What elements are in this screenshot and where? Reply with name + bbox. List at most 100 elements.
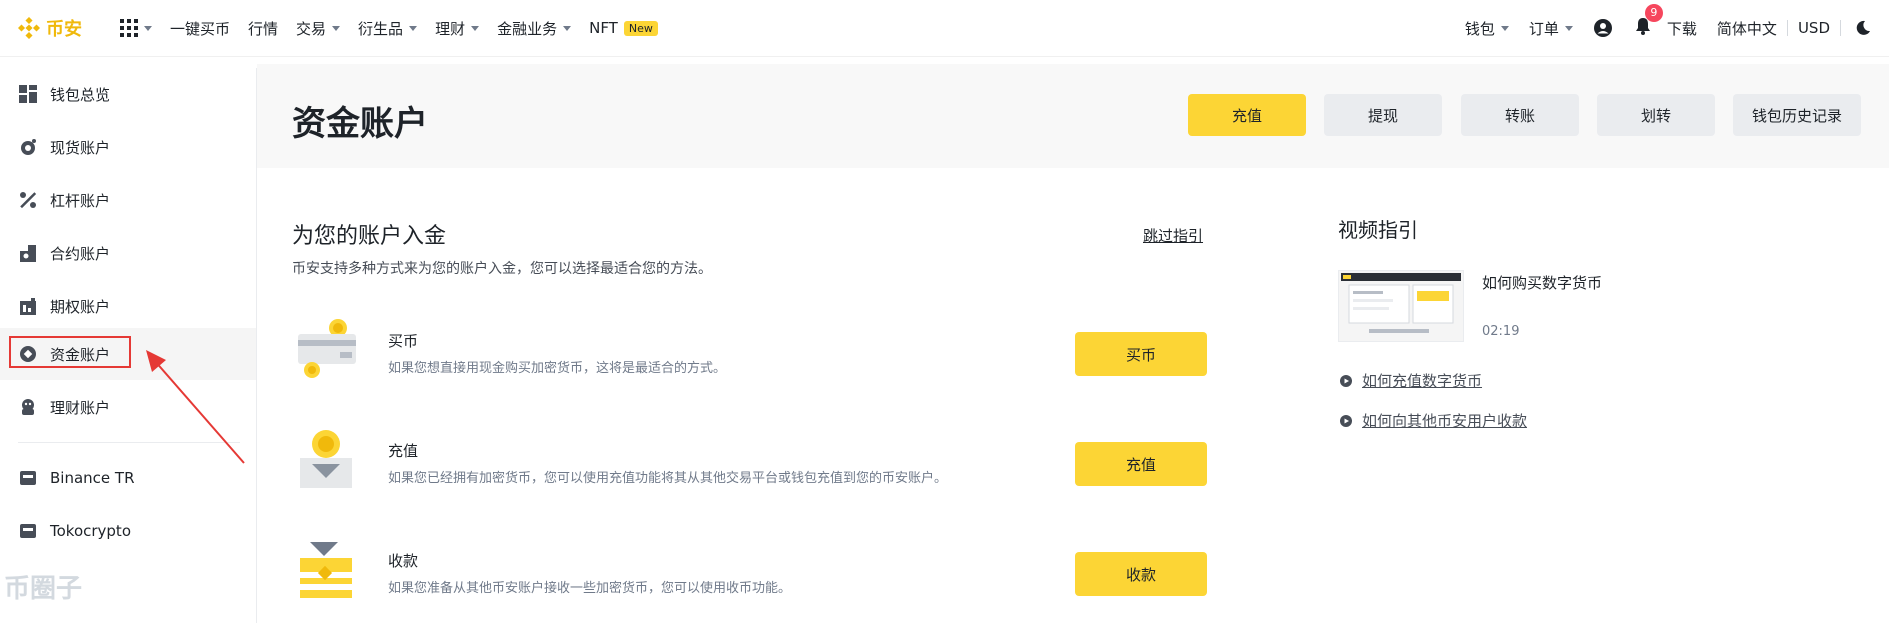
nav-buy-crypto[interactable]: 一键买币 xyxy=(170,18,230,39)
sidebar-item-options[interactable]: 期权账户 xyxy=(0,280,256,332)
nav-label: 订单 xyxy=(1528,19,1559,38)
nav-orders[interactable]: 订单 xyxy=(1529,18,1573,39)
watermark-text: 币圈子 xyxy=(4,574,83,604)
sidebar-item-tokocrypto[interactable]: Tokocrypto xyxy=(0,505,256,557)
sidebar-item-futures[interactable]: 合约账户 xyxy=(0,227,256,279)
page-title: 资金账户 xyxy=(292,104,428,144)
sidebar-item-wallet-overview[interactable]: 钱包总览 xyxy=(0,68,256,120)
buy-crypto-illustration-icon xyxy=(298,319,356,378)
sidebar-item-label: 现货账户 xyxy=(50,138,111,157)
sidebar-item-label: Tokocrypto xyxy=(50,522,131,540)
convert-button[interactable]: 划转 xyxy=(1597,94,1715,136)
brand-name: 币安 xyxy=(46,19,82,40)
video-link-receive[interactable]: 如何向其他币安用户收款 xyxy=(1340,410,1527,431)
nav-label: USD xyxy=(1797,19,1830,37)
chevron-down-icon xyxy=(332,25,341,31)
buy-crypto-button[interactable]: 买币 xyxy=(1075,332,1207,376)
spot-icon xyxy=(18,137,38,157)
apps-menu-button[interactable] xyxy=(120,19,152,37)
nav-label: 钱包 xyxy=(1464,19,1495,38)
notification-count-badge: 9 xyxy=(1644,4,1663,22)
sidebar-item-margin[interactable]: 杠杆账户 xyxy=(0,174,256,226)
chevron-down-icon xyxy=(471,25,480,31)
receive-title: 收款 xyxy=(388,552,419,570)
chevron-down-icon xyxy=(1500,25,1509,31)
video-link-deposit[interactable]: 如何充值数字货币 xyxy=(1340,370,1482,391)
deposit-title: 充值 xyxy=(388,442,419,460)
brand-logo[interactable]: 币安 xyxy=(18,15,98,41)
language-selector[interactable]: 简体中文 xyxy=(1717,18,1777,39)
notifications-button[interactable]: 9 xyxy=(1633,4,1663,40)
moon-icon xyxy=(1856,20,1870,35)
buy-crypto-title: 买币 xyxy=(388,332,419,350)
chevron-down-icon xyxy=(144,25,152,31)
annotation-arrow-icon xyxy=(146,350,245,464)
nav-download[interactable]: 下载 xyxy=(1667,18,1697,39)
video-preview-icon xyxy=(1339,271,1463,341)
top-navbar: 币安 一键买币 行情 交易 衍生品 理财 金融业务 NFT New 钱包 订单 9… xyxy=(0,0,1889,57)
nav-earn[interactable]: 理财 xyxy=(435,18,480,39)
nav-label: NFT xyxy=(589,19,618,37)
withdraw-button[interactable]: 提现 xyxy=(1324,94,1442,136)
divider xyxy=(1786,20,1788,36)
receive-description: 如果您准备从其他币安账户接收一些加密货币，您可以使用收币功能。 xyxy=(388,581,792,596)
receive-button[interactable]: 收款 xyxy=(1075,552,1207,596)
wallet-icon xyxy=(18,521,38,541)
divider xyxy=(1840,20,1841,36)
futures-icon xyxy=(18,243,38,263)
theme-toggle[interactable] xyxy=(1855,20,1871,36)
earn-icon xyxy=(18,397,38,417)
sidebar-item-label: Binance TR xyxy=(50,469,135,487)
sidebar-item-spot[interactable]: 现货账户 xyxy=(0,121,256,173)
nav-label: 一键买币 xyxy=(170,19,231,38)
profile-button[interactable] xyxy=(1593,18,1613,38)
video-duration: 02:19 xyxy=(1482,324,1520,339)
nav-label: 行情 xyxy=(248,19,279,38)
sidebar-item-label: 钱包总览 xyxy=(50,85,111,104)
options-icon xyxy=(18,296,38,316)
nav-markets[interactable]: 行情 xyxy=(248,18,278,39)
transfer-button[interactable]: 转账 xyxy=(1461,94,1579,136)
video-thumbnail[interactable] xyxy=(1338,270,1464,342)
annotation-highlight-box xyxy=(9,336,131,368)
wallet-icon xyxy=(18,468,38,488)
chevron-down-icon xyxy=(563,25,572,31)
currency-selector[interactable]: USD xyxy=(1798,19,1830,37)
sidebar-item-label: 杠杆账户 xyxy=(50,191,111,210)
nav-right-group: 钱包 订单 9 下载 简体中文 USD xyxy=(1445,0,1871,56)
nav-label: 理财 xyxy=(435,19,466,38)
play-icon xyxy=(1340,374,1352,387)
deposit-description: 如果您已经拥有加密货币，您可以使用充值功能将其从其他交易平台或钱包充值到您的币安… xyxy=(388,471,948,486)
section-subtitle: 币安支持多种方式来为您的账户入金，您可以选择最适合您的方法。 xyxy=(292,261,712,277)
grid-icon xyxy=(120,19,138,37)
deposit-row-button[interactable]: 充值 xyxy=(1075,442,1207,486)
chevron-down-icon xyxy=(1564,25,1573,31)
nav-label: 下载 xyxy=(1666,19,1697,38)
nav-nft[interactable]: NFT New xyxy=(589,19,658,37)
sidebar-item-label: 理财账户 xyxy=(50,398,111,417)
nav-label: 简体中文 xyxy=(1716,19,1777,38)
nav-label: 衍生品 xyxy=(358,19,404,38)
video-link-label: 如何充值数字货币 xyxy=(1362,372,1483,390)
chevron-down-icon xyxy=(409,25,418,31)
binance-logo-icon xyxy=(18,17,40,39)
deposit-button[interactable]: 充值 xyxy=(1188,94,1306,136)
dashboard-icon xyxy=(18,84,38,104)
nav-trade[interactable]: 交易 xyxy=(296,18,341,39)
margin-icon xyxy=(18,190,38,210)
wallet-history-button[interactable]: 钱包历史记录 xyxy=(1733,94,1861,136)
new-badge: New xyxy=(623,20,658,36)
nav-label: 金融业务 xyxy=(497,19,558,38)
play-icon xyxy=(1340,414,1352,427)
video-title-link[interactable]: 如何购买数字货币 xyxy=(1482,272,1602,293)
deposit-illustration-icon xyxy=(300,430,352,488)
sidebar-item-label: 期权账户 xyxy=(50,297,111,316)
nav-derivatives[interactable]: 衍生品 xyxy=(358,18,418,39)
skip-guide-link[interactable]: 跳过指引 xyxy=(1143,225,1203,246)
nav-wallet[interactable]: 钱包 xyxy=(1465,18,1509,39)
video-link-label: 如何向其他币安用户收款 xyxy=(1362,412,1528,430)
nav-finance[interactable]: 金融业务 xyxy=(497,18,572,39)
video-guide-title: 视频指引 xyxy=(1338,218,1418,242)
section-title: 为您的账户入金 xyxy=(292,224,447,249)
buy-crypto-description: 如果您想直接用现金购买加密货币，这将是最适合的方式。 xyxy=(388,361,727,376)
